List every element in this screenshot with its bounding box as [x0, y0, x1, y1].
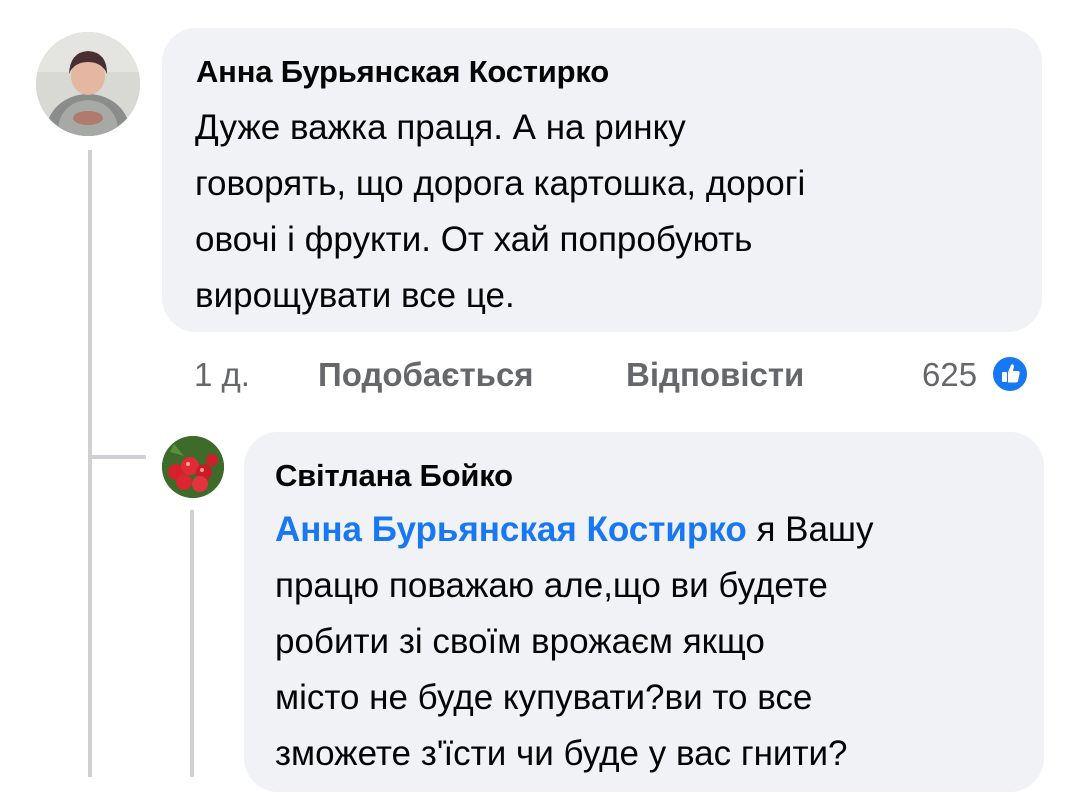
- reply-text: Анна Бурьянская Костирко я Вашу працю пов…: [275, 502, 1035, 782]
- avatar[interactable]: [162, 436, 224, 498]
- comment-time[interactable]: 1 д.: [194, 356, 250, 394]
- thread-line-vertical: [88, 150, 92, 777]
- thread-line-branch: [88, 455, 146, 459]
- like-icon[interactable]: [990, 354, 1030, 394]
- avatar[interactable]: [36, 32, 140, 136]
- reply-button[interactable]: Відповісти: [626, 356, 804, 394]
- reply-thread-line: [190, 510, 194, 777]
- comment-bubble: Анна Бурьянская Костирко Дуже важка прац…: [162, 28, 1042, 332]
- reaction-count[interactable]: 625: [922, 356, 977, 394]
- profile-photo-icon: [36, 32, 140, 136]
- profile-photo-icon: [162, 436, 224, 498]
- reply-bubble: Світлана Бойко Анна Бурьянская Костирко …: [244, 432, 1044, 792]
- reply-author[interactable]: Світлана Бойко: [275, 458, 513, 494]
- reply-text-first-line: я Вашу: [746, 510, 874, 549]
- reply-text-rest: працю поважаю але,що ви будете робити зі…: [275, 566, 848, 773]
- mention-link[interactable]: Анна Бурьянская Костирко: [275, 510, 747, 549]
- comment-text: Дуже важка праця. А на ринку говорять, щ…: [195, 108, 806, 315]
- comment-author[interactable]: Анна Бурьянская Костирко: [196, 54, 609, 90]
- like-button[interactable]: Подобається: [318, 356, 534, 394]
